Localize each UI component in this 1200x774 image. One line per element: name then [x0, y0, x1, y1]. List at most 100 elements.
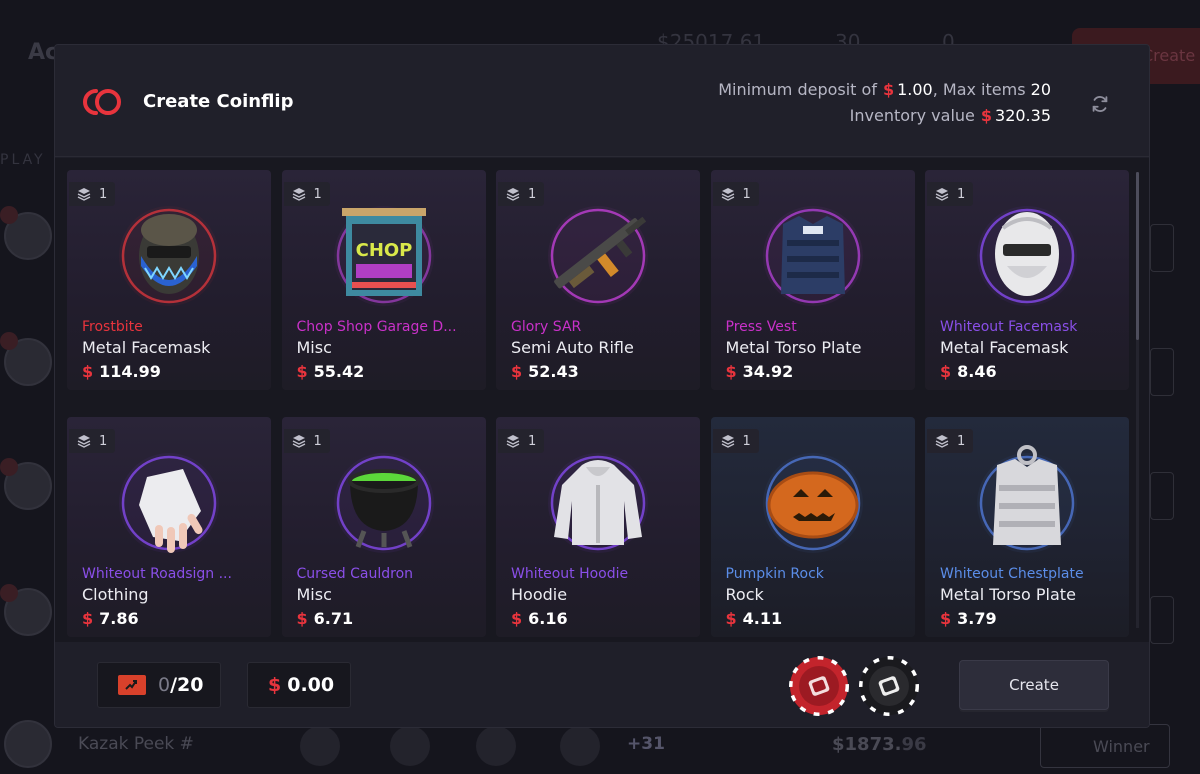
currency-symbol: $ — [882, 80, 895, 99]
item-price: $3.79 — [940, 609, 997, 628]
currency-symbol: $ — [940, 362, 952, 381]
item-card[interactable]: 1 Pumpkin Rock Rock $4.11 — [710, 417, 915, 637]
item-price-value: 6.16 — [528, 609, 568, 628]
selected-count: 0 — [158, 674, 171, 696]
min-deposit-value: 1.00 — [897, 80, 933, 99]
item-type: Rock — [725, 585, 764, 604]
stack-layers-icon — [721, 188, 734, 201]
coinflip-logo-icon — [83, 89, 121, 115]
item-quantity-value: 1 — [742, 186, 751, 202]
item-price: $8.46 — [940, 362, 997, 381]
item-type: Metal Facemask — [940, 338, 1069, 357]
item-type: Misc — [296, 585, 332, 604]
item-name: Cursed Cauldron — [296, 566, 414, 582]
max-items-value: 20 — [1030, 80, 1051, 99]
stack-layers-icon — [292, 188, 305, 201]
item-card[interactable]: 1 Whiteout Facemask Metal Facemask $8.46 — [925, 170, 1129, 390]
stack-layers-icon — [935, 435, 949, 448]
modal-title: Create Coinflip — [143, 91, 294, 112]
item-name: Whiteout Roadsign ... — [82, 566, 232, 582]
bg-side-button — [1150, 224, 1174, 272]
currency-symbol: $ — [725, 609, 737, 628]
item-image — [977, 445, 1077, 553]
create-button[interactable]: Create — [959, 660, 1109, 710]
item-type: Hoodie — [511, 585, 568, 604]
stack-layers-icon — [77, 435, 91, 448]
black-coin-chip-icon[interactable] — [859, 656, 919, 716]
bg-side-button — [1150, 596, 1174, 644]
selected-value-box: $0.00 — [247, 662, 351, 708]
deposit-limits-line: Minimum deposit of $1.00, Max items 20 — [718, 77, 1051, 103]
item-name: Glory SAR — [511, 319, 582, 335]
item-card[interactable]: 1 Cursed Cauldron Misc $6.71 — [281, 417, 486, 637]
item-quantity-value: 1 — [957, 186, 966, 202]
item-image — [762, 453, 863, 553]
item-price-value: 7.86 — [99, 609, 139, 628]
item-image — [548, 453, 648, 553]
red-coin-chip-icon[interactable] — [789, 656, 849, 716]
item-card[interactable]: 1 Frostbite Metal Facemask $114.99 — [67, 170, 271, 390]
stack-layers-icon — [292, 435, 305, 448]
bg-item-thumb — [560, 726, 600, 766]
item-price: $7.86 — [82, 609, 139, 628]
item-image — [977, 206, 1077, 306]
item-quantity-value: 1 — [528, 433, 537, 449]
item-price-value: 34.92 — [742, 362, 794, 381]
modal-header: Create Coinflip Minimum deposit of $1.00,… — [55, 45, 1149, 157]
stack-layers-icon — [77, 188, 91, 201]
item-image — [762, 206, 863, 306]
item-price-value: 3.79 — [957, 609, 997, 628]
item-image — [119, 206, 219, 306]
currency-symbol: $ — [268, 674, 282, 696]
item-price: $55.42 — [297, 362, 365, 381]
bg-badge — [0, 458, 18, 476]
item-card[interactable]: 1 Whiteout Hoodie Hoodie $6.16 — [496, 417, 700, 637]
svg-text:CHOP: CHOP — [355, 240, 412, 261]
min-deposit-label: Minimum deposit of — [718, 80, 877, 99]
bg-avatar — [4, 720, 52, 768]
item-card[interactable]: 1 Press Vest Metal Torso Plate $34.92 — [710, 170, 915, 390]
stack-layers-icon — [721, 435, 734, 448]
bg-winner-button: Winner — [1040, 724, 1170, 768]
item-price-value: 8.46 — [957, 362, 997, 381]
bg-row-more-count: +31 — [627, 734, 665, 754]
item-card[interactable]: 1 Whiteout Roadsign ... Clothing $7.86 — [67, 417, 271, 637]
item-card[interactable]: 1 CHOP Chop Shop Garage D... Misc $55.42 — [281, 170, 486, 390]
max-items-label: , Max items — [932, 80, 1026, 99]
bg-item-thumb — [300, 726, 340, 766]
item-image — [119, 453, 219, 553]
item-image: CHOP — [333, 206, 434, 306]
currency-symbol: $ — [511, 362, 523, 381]
item-price-value: 4.11 — [742, 609, 783, 628]
item-type: Misc — [296, 338, 332, 357]
inventory-grid-area: 1 Frostbite Metal Facemask $114.99 1 CHOP Chop… — [55, 158, 1149, 642]
item-card[interactable]: 1 Glory SAR Semi Auto Rifle $52.43 — [496, 170, 700, 390]
item-price-value: 6.71 — [313, 609, 354, 628]
item-type: Metal Facemask — [82, 338, 211, 357]
item-type: Metal Torso Plate — [940, 585, 1076, 604]
item-quantity-value: 1 — [99, 186, 108, 202]
modal-footer: 0/20 $0.00 Create — [55, 642, 1149, 727]
item-price: $34.92 — [726, 362, 794, 381]
selected-items-counter: 0/20 — [97, 662, 221, 708]
bg-badge — [0, 332, 18, 350]
item-quantity-value: 1 — [742, 433, 751, 449]
item-price-value: 55.42 — [313, 362, 365, 381]
item-quantity-value: 1 — [957, 433, 966, 449]
item-type: Clothing — [82, 585, 149, 604]
item-price-value: 114.99 — [99, 362, 161, 381]
item-name: Chop Shop Garage D... — [296, 319, 457, 335]
bg-badge — [0, 584, 18, 602]
scrollbar-thumb[interactable] — [1136, 172, 1139, 340]
bg-row-player-name: Kazak Peek # — [78, 734, 194, 754]
create-coinflip-modal: Create Coinflip Minimum deposit of $1.00,… — [54, 44, 1150, 728]
item-card[interactable]: 1 Whiteout Chestplate Metal Torso Plate $3.… — [925, 417, 1129, 637]
item-name: Press Vest — [725, 319, 797, 335]
stack-layers-icon — [935, 188, 949, 201]
currency-symbol: $ — [725, 362, 737, 381]
item-image — [333, 453, 434, 553]
inventory-value: 320.35 — [995, 106, 1051, 125]
item-price: $52.43 — [511, 362, 579, 381]
refresh-icon[interactable] — [1089, 93, 1111, 115]
item-quantity-value: 1 — [313, 186, 322, 202]
